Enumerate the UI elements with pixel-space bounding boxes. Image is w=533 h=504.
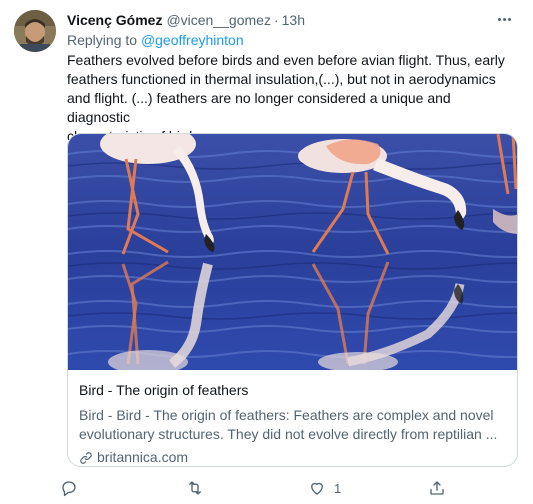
- card-domain-text: britannica.com: [97, 449, 189, 465]
- timestamp[interactable]: 13h: [282, 12, 305, 28]
- card-description-line: evolutionary structures. They did not ev…: [79, 426, 498, 442]
- tweet-text: Feathers evolved before birds and even b…: [67, 51, 517, 146]
- author-handle[interactable]: @vicen__gomez: [166, 12, 271, 28]
- tweet-text-line: feathers functioned in thermal insulatio…: [67, 71, 496, 87]
- author-name[interactable]: Vicenç Gómez: [67, 12, 162, 28]
- avatar[interactable]: [14, 10, 56, 52]
- avatar-image: [14, 10, 56, 52]
- tweet-text-line: Feathers evolved before birds and even b…: [67, 52, 505, 68]
- retweet-button[interactable]: [186, 476, 212, 500]
- retweet-icon: [189, 481, 201, 495]
- link-preview-card[interactable]: Bird - The origin of feathers Bird - Bir…: [67, 133, 518, 467]
- like-count: 1: [334, 480, 342, 496]
- share-button[interactable]: [428, 476, 454, 500]
- reply-icon: [62, 481, 76, 497]
- card-description-line: Bird - Bird - The origin of feathers: Fe…: [79, 407, 494, 423]
- replying-to-label: Replying to: [67, 32, 141, 48]
- replying-to: Replying to @geoffreyhinton: [67, 32, 244, 48]
- replying-to-link[interactable]: @geoffreyhinton: [141, 32, 244, 48]
- more-options-button[interactable]: [491, 10, 517, 28]
- flamingo-photo: [68, 134, 517, 370]
- separator-dot: ·: [273, 12, 279, 28]
- like-icon: [311, 482, 323, 495]
- card-description: Bird - Bird - The origin of feathers: Fe…: [79, 406, 506, 444]
- card-meta: Bird - The origin of feathers Bird - Bir…: [79, 381, 506, 466]
- card-domain: britannica.com: [79, 448, 506, 466]
- action-bar: 1: [60, 476, 460, 500]
- reply-button[interactable]: [60, 476, 86, 500]
- link-icon: [80, 451, 92, 464]
- tweet-text-line: and flight. (...) feathers are no longer…: [67, 90, 451, 125]
- tweet-header: Vicenç Gómez @vicen__gomez · 13h: [67, 12, 503, 32]
- card-image[interactable]: [68, 134, 517, 370]
- like-button[interactable]: 1: [308, 476, 341, 500]
- more-icon: [497, 17, 501, 21]
- card-title: Bird - The origin of feathers: [79, 382, 249, 398]
- share-icon: [430, 481, 444, 495]
